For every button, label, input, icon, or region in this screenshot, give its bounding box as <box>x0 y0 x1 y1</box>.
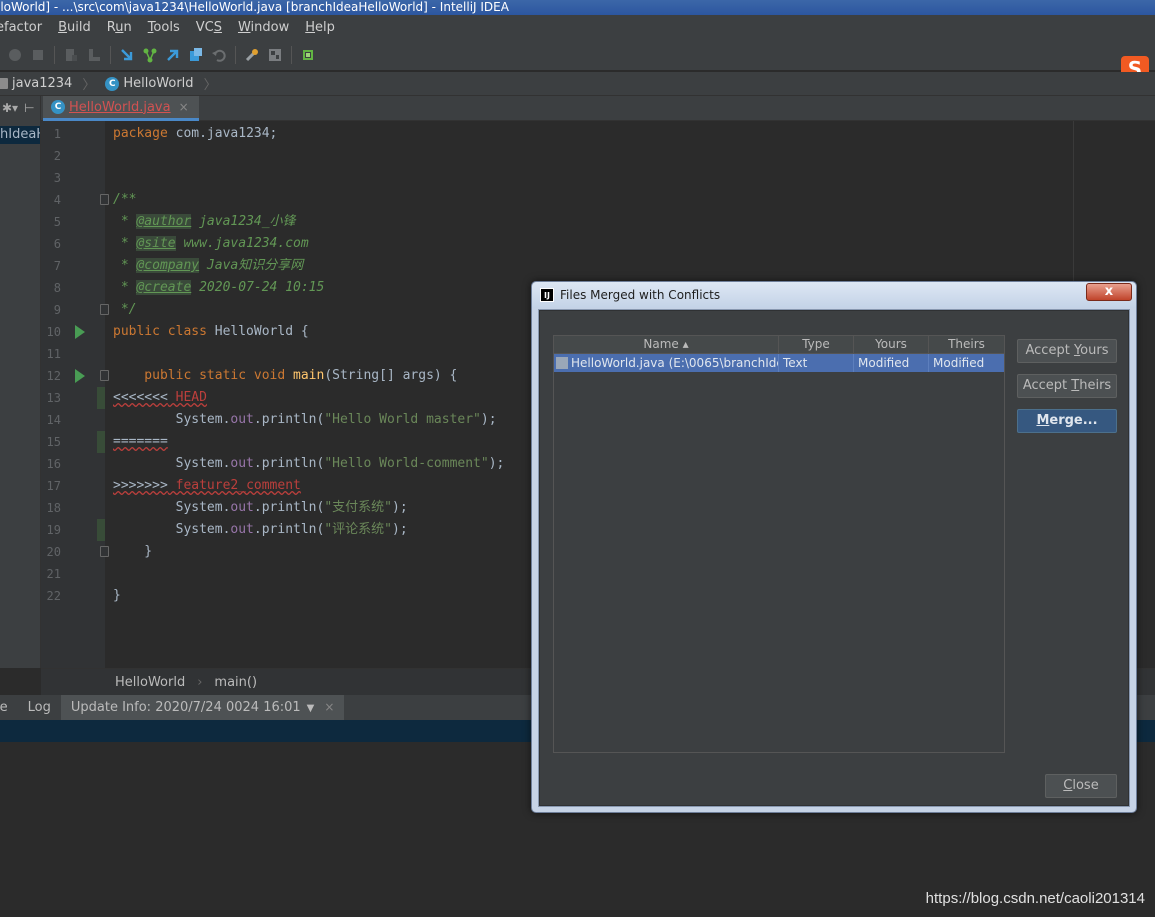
chevron-right-icon: 〉 <box>203 78 217 93</box>
navigation-bar: java1234 〉 C HelloWorld 〉 <box>0 72 1155 96</box>
window-title-bar: lloWorld] - ...\src\com\java1234\HelloWo… <box>0 0 1155 15</box>
intellij-icon: IJ <box>540 288 554 302</box>
watermark: https://blog.csdn.net/caoli201314 <box>925 890 1145 907</box>
close-icon[interactable]: × <box>324 700 334 714</box>
project-panel: ✱▾ ⊢ hIdeaH <box>0 96 41 668</box>
code-line: 5 * @author java1234_小锋 <box>53 214 296 229</box>
menu-help[interactable]: Help <box>297 20 343 35</box>
menu-build[interactable]: Build <box>50 20 99 35</box>
code-line: 4/** <box>53 192 137 207</box>
accept-theirs-button[interactable]: Accept Theirs <box>1017 374 1117 398</box>
nav-crumb-class[interactable]: C HelloWorld 〉 <box>105 74 226 93</box>
dialog-close-button[interactable]: x <box>1086 283 1132 301</box>
project-structure-icon[interactable] <box>62 46 80 64</box>
code-line: 6 * @site www.java1234.com <box>53 236 309 251</box>
breadcrumb-class[interactable]: HelloWorld <box>115 675 185 690</box>
change-marker <box>97 387 105 409</box>
chevron-right-icon: 〉 <box>82 78 96 93</box>
window-title: lloWorld] - ...\src\com\java1234\HelloWo… <box>0 0 509 14</box>
tab-log[interactable]: Log <box>18 695 61 720</box>
main-toolbar <box>0 39 1155 71</box>
nav-crumb-package[interactable]: java1234 〉 <box>0 74 105 93</box>
vcs-update-icon[interactable] <box>118 46 136 64</box>
folder-icon <box>0 78 8 89</box>
class-icon: C <box>105 76 120 91</box>
vcs-compare-icon[interactable] <box>187 46 205 64</box>
dialog-title-bar[interactable]: IJ Files Merged with Conflicts x <box>532 282 1136 308</box>
stop-icon[interactable] <box>29 46 47 64</box>
run-icon[interactable] <box>75 369 85 383</box>
project-structure-icon[interactable] <box>266 46 284 64</box>
fold-icon[interactable] <box>100 370 109 381</box>
column-yours[interactable]: Yours <box>854 336 929 354</box>
change-marker <box>97 431 105 453</box>
chevron-right-icon: › <box>197 674 203 690</box>
run-icon[interactable] <box>75 325 85 339</box>
tab-helloworld-java[interactable]: C HelloWorld.java × <box>43 96 199 121</box>
database-icon[interactable] <box>299 46 317 64</box>
gear-icon[interactable]: ✱▾ <box>2 101 18 115</box>
settings-icon[interactable] <box>243 46 261 64</box>
menu-bar: efactor Build Run Tools VCS Window Help <box>0 15 1155 39</box>
close-icon[interactable]: × <box>179 100 189 114</box>
java-file-icon <box>556 357 568 369</box>
menu-run[interactable]: Run <box>99 20 140 35</box>
cell-name: HelloWorld.java (E:\0065\branchIdeaHello… <box>554 354 779 372</box>
cell-type: Text <box>779 354 854 372</box>
dialog-content: Name ▴ Type Yours Theirs HelloWorld.java… <box>539 310 1129 806</box>
collapse-icon[interactable]: ⊢ <box>24 101 34 115</box>
code-line: 2 <box>53 149 61 163</box>
accept-yours-button[interactable]: Accept Yours <box>1017 339 1117 363</box>
project-tree-item[interactable]: hIdeaH <box>0 126 40 144</box>
column-theirs[interactable]: Theirs <box>929 336 1004 354</box>
files-merged-dialog: IJ Files Merged with Conflicts x Name ▴ … <box>531 281 1137 813</box>
column-name[interactable]: Name ▴ <box>554 336 779 354</box>
toolbar-divider <box>54 45 55 64</box>
vcs-push-icon[interactable] <box>164 46 182 64</box>
conflicts-table: Name ▴ Type Yours Theirs HelloWorld.java… <box>553 335 1005 753</box>
fold-icon[interactable] <box>100 194 109 205</box>
close-button[interactable]: Close <box>1045 774 1117 798</box>
chevron-down-icon[interactable]: ▼ <box>307 703 315 714</box>
tab-console[interactable]: le <box>0 695 18 720</box>
menu-tools[interactable]: Tools <box>140 20 188 35</box>
merge-button[interactable]: Merge... <box>1017 409 1117 433</box>
table-header: Name ▴ Type Yours Theirs <box>554 336 1004 354</box>
toolbar-divider <box>291 45 292 64</box>
menu-vcs[interactable]: VCS <box>188 20 230 35</box>
vcs-commit-icon[interactable] <box>141 46 159 64</box>
vcs-rollback-icon[interactable] <box>210 46 228 64</box>
fold-icon[interactable] <box>100 546 109 557</box>
fold-icon[interactable] <box>100 304 109 315</box>
dialog-title: Files Merged with Conflicts <box>560 288 721 302</box>
toolbar-divider <box>235 45 236 64</box>
toolbar-divider <box>110 45 111 64</box>
cell-yours: Modified <box>854 354 929 372</box>
code-line: 1 package com.java1234; <box>53 126 278 141</box>
change-marker <box>97 519 105 541</box>
editor-tabs: C HelloWorld.java × <box>41 96 1155 121</box>
menu-refactor[interactable]: efactor <box>0 20 50 35</box>
class-icon: C <box>51 100 65 114</box>
project-panel-header: ✱▾ ⊢ <box>0 96 40 120</box>
tab-update-info[interactable]: Update Info: 2020/7/24 0024 16:01 ▼ × <box>60 695 345 720</box>
menu-window[interactable]: Window <box>230 20 297 35</box>
code-line: 3 <box>53 171 61 185</box>
sdk-icon[interactable] <box>85 46 103 64</box>
column-type[interactable]: Type <box>779 336 854 354</box>
cell-theirs: Modified <box>933 356 985 370</box>
debug-icon[interactable] <box>6 46 24 64</box>
dialog-body: Name ▴ Type Yours Theirs HelloWorld.java… <box>538 309 1130 807</box>
table-row[interactable]: HelloWorld.java (E:\0065\branchIdeaHello… <box>554 354 1004 372</box>
breadcrumb-method[interactable]: main() <box>214 675 257 690</box>
code-line: 7 * @company Java知识分享网 <box>53 258 304 273</box>
